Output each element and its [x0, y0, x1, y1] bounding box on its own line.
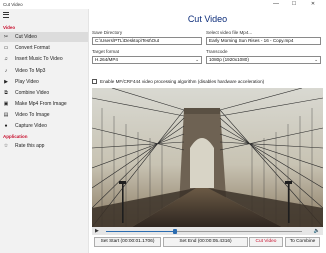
sidebar-item-insert-music[interactable]: ♫ Insert Music To Video [0, 54, 88, 64]
volume-icon[interactable]: 🔈 [314, 228, 320, 234]
sidebar-item-make-mp4-from-image[interactable]: ▣ Make Mp4 From Image [0, 99, 88, 109]
minimize-button[interactable]: — [269, 0, 283, 9]
sidebar-item-video-to-image[interactable]: ▤ Video To Image [0, 110, 88, 120]
set-end-button[interactable]: Set End (00:00:05.4316) [163, 237, 248, 247]
sidebar-item-combine-video[interactable]: ⧉ Combine Video [0, 88, 88, 98]
select-file-label: Select video file Mp4... [206, 30, 253, 35]
cut-video-button[interactable]: Cut Video [249, 237, 283, 247]
main-content: Cut Video Save Directory C:\Users\PTL\De… [89, 9, 326, 253]
transcode-select[interactable]: 1080p (1920x1080) ⌄ [206, 56, 321, 64]
sidebar-item-rate-app[interactable]: ☆ Rate this app [0, 141, 88, 151]
target-format-label: Target format [92, 49, 120, 54]
sidebar-item-label: Make Mp4 From Image [15, 101, 67, 107]
sidebar-item-convert-format[interactable]: ▭ Convert Format [0, 43, 88, 53]
hw-acceleration-checkbox[interactable] [92, 79, 97, 84]
audio-icon: ♪ [4, 68, 8, 74]
seek-progress [106, 230, 175, 232]
play-icon[interactable]: ▶ [95, 228, 101, 234]
hw-acceleration-label: Enable MF/CRF444 video processing algori… [100, 79, 265, 84]
transcode-label: Transcode [206, 49, 228, 54]
chevron-down-icon: ⌄ [314, 57, 318, 62]
video-to-image-icon: ▤ [3, 112, 9, 118]
video-preview[interactable] [92, 88, 323, 227]
scissors-icon: ✂ [3, 34, 9, 40]
sidebar-section-application: Application [3, 134, 28, 139]
sidebar-item-capture-video[interactable]: ● Capture Video [0, 121, 88, 131]
sidebar-item-label: Combine Video [15, 90, 50, 96]
sidebar-item-label: Play Video [15, 79, 39, 85]
playback-controls: ▶ 🔈 [92, 227, 323, 235]
sidebar-item-label: Convert Format [15, 45, 50, 51]
chevron-down-icon: ⌄ [195, 57, 199, 62]
target-format-value: H.264/MP4 [95, 57, 118, 62]
sidebar: Video ✂ Cut Video ▭ Convert Format ♫ Ins… [0, 9, 89, 253]
video-frame-image [92, 88, 323, 227]
page-title: Cut Video [187, 14, 228, 24]
save-directory-label: Save Directory [92, 30, 123, 35]
target-format-select[interactable]: H.264/MP4 ⌄ [92, 56, 202, 64]
hw-acceleration-option: Enable MF/CRF444 video processing algori… [92, 79, 264, 84]
sidebar-item-video-to-mp3[interactable]: ♪ Video To Mp3 [0, 66, 88, 76]
set-start-button[interactable]: Set Start (00:00:01.1706) [94, 237, 161, 247]
maximize-button[interactable]: ☐ [287, 0, 301, 9]
seek-thumb[interactable] [172, 228, 177, 234]
hamburger-menu-icon[interactable] [3, 12, 9, 18]
select-file-input[interactable]: Early Morning Sun Rises - 16 - Copy.mp4 [206, 37, 321, 45]
combine-icon: ⧉ [4, 90, 8, 96]
close-button[interactable]: ✕ [306, 0, 320, 9]
camera-icon: ● [4, 123, 8, 129]
window-title: Cut Video [3, 2, 23, 7]
seek-slider[interactable] [106, 228, 302, 234]
image-icon: ▣ [3, 101, 9, 107]
music-note-icon: ♫ [4, 56, 8, 62]
sidebar-item-label: Video To Image [15, 112, 50, 118]
star-icon: ☆ [3, 143, 9, 149]
play-icon: ▶ [4, 79, 8, 85]
window-title-bar: Cut Video — ☐ ✕ [0, 0, 326, 9]
transcode-value: 1080p (1920x1080) [209, 57, 249, 62]
convert-icon: ▭ [3, 45, 9, 51]
sidebar-item-label: Insert Music To Video [15, 56, 63, 62]
sidebar-section-video: Video [3, 25, 16, 30]
sidebar-item-label: Capture Video [15, 123, 47, 129]
sidebar-item-label: Rate this app [15, 143, 45, 149]
sidebar-item-cut-video[interactable]: ✂ Cut Video [0, 32, 88, 42]
sidebar-item-label: Video To Mp3 [15, 68, 46, 74]
to-combine-button[interactable]: To Combine [285, 237, 320, 247]
sidebar-item-label: Cut Video [15, 34, 37, 40]
save-directory-input[interactable]: C:\Users\PTL\Desktop\Test\Out [92, 37, 202, 45]
sidebar-item-play-video[interactable]: ▶ Play Video [0, 77, 88, 87]
